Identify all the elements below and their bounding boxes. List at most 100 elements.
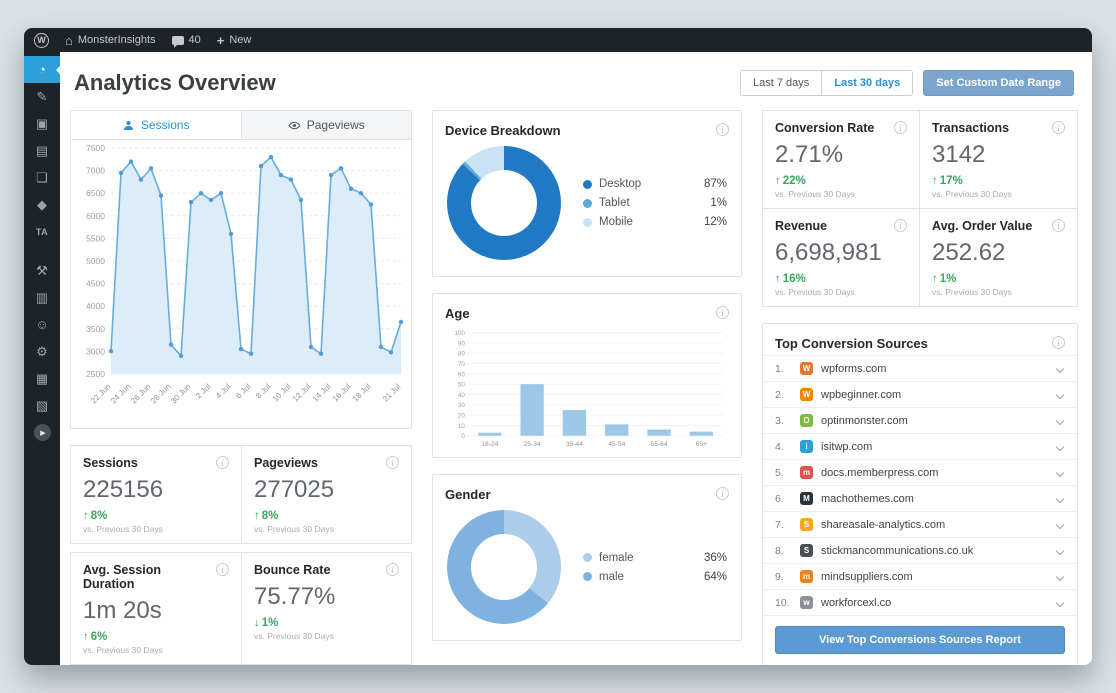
source-row-5[interactable]: 5. m docs.memberpress.com xyxy=(763,459,1077,485)
stats-row-2: Avg. Session Duration i 1m 20s ↑ 6% vs. Pr… xyxy=(70,552,412,665)
metric-compare: vs. Previous 30 Days xyxy=(932,287,1012,297)
source-domain: isitwp.com xyxy=(821,440,873,453)
stat-label: Pageviews xyxy=(254,456,318,470)
favicon-workforcexl: w xyxy=(800,596,813,609)
source-row-6[interactable]: 6. Mmachothemes.com xyxy=(763,485,1077,511)
chevron-down-icon[interactable] xyxy=(1055,598,1065,607)
info-icon[interactable]: i xyxy=(894,121,907,134)
source-row-1[interactable]: 1. Wwpforms.com xyxy=(763,355,1077,381)
set-custom-date-range-button[interactable]: Set Custom Date Range xyxy=(923,70,1074,96)
sidebar-item-settings[interactable]: ⚙ xyxy=(24,338,60,365)
legend-item-desktop: Desktop 87% xyxy=(583,178,727,190)
chevron-down-icon[interactable] xyxy=(1055,520,1065,529)
sidebar-item-ta[interactable]: TA xyxy=(24,218,60,245)
card-title: Gender xyxy=(445,487,491,502)
chevron-down-icon[interactable] xyxy=(1055,468,1065,477)
svg-text:100: 100 xyxy=(454,330,465,337)
sidebar-item-monsterinsights[interactable]: ◔ xyxy=(24,56,61,83)
info-icon[interactable]: i xyxy=(716,306,729,319)
svg-text:0: 0 xyxy=(461,433,465,440)
sidebar-item-users[interactable]: ☺ xyxy=(24,311,60,338)
chevron-down-icon[interactable] xyxy=(1055,546,1065,555)
wp-logo-menu[interactable]: W xyxy=(34,32,49,48)
stat-compare: vs. Previous 30 Days xyxy=(254,631,334,641)
sidebar-item-charts[interactable]: ▥ xyxy=(24,284,60,311)
chevron-down-icon[interactable] xyxy=(1055,572,1065,581)
sidebar-item-pages[interactable]: ▤ xyxy=(24,137,60,164)
chevron-down-icon[interactable] xyxy=(1055,494,1065,503)
metric-label: Revenue xyxy=(775,219,828,233)
svg-text:12 Jul: 12 Jul xyxy=(291,382,313,404)
svg-text:55-64: 55-64 xyxy=(651,441,668,448)
chevron-down-icon[interactable] xyxy=(1055,364,1065,373)
new-content-menu[interactable]: + New xyxy=(217,34,252,47)
source-row-2[interactable]: 2. Wwpbeginner.com xyxy=(763,381,1077,407)
left-column: Sessions Pageviews 2500 3000 3500 4000 4500 5… xyxy=(70,110,412,665)
source-row-3[interactable]: 3. Ooptinmonster.com xyxy=(763,407,1077,433)
sidebar-item-gallery[interactable]: ▧ xyxy=(24,392,60,419)
stat-card-bounce-rate: Bounce Rate i 75.77% ↓ 1% vs. Previous 30 … xyxy=(241,553,411,664)
media-icon: ▣ xyxy=(35,115,49,131)
comments-menu[interactable]: 40 xyxy=(171,34,201,48)
wordpress-logo-icon: W xyxy=(34,32,49,48)
sidebar-item-comments[interactable]: ❏ xyxy=(24,164,60,191)
analytics-overview-page: Analytics Overview Last 7 days Last 30 d… xyxy=(60,52,1092,665)
info-icon[interactable]: i xyxy=(1052,219,1065,232)
sidebar-item-tools[interactable]: ⚒ xyxy=(24,257,60,284)
info-icon[interactable]: i xyxy=(386,456,399,469)
chevron-down-icon[interactable] xyxy=(1055,442,1065,451)
user-icon: ☺ xyxy=(35,317,49,332)
source-domain: machothemes.com xyxy=(821,492,914,505)
svg-text:6000: 6000 xyxy=(86,211,105,221)
source-row-9[interactable]: 9. m mindsuppliers.com xyxy=(763,563,1077,589)
info-icon[interactable]: i xyxy=(716,487,729,500)
info-icon[interactable]: i xyxy=(716,123,729,136)
svg-text:4000: 4000 xyxy=(86,301,105,311)
favicon-memberpress: m xyxy=(800,466,813,479)
sidebar-item-grid[interactable]: ▦ xyxy=(24,365,60,392)
sidebar-item-shield[interactable]: ◆ xyxy=(24,191,60,218)
source-domain: workforcexl.co xyxy=(821,596,892,609)
device-donut-body: Desktop 87% Tablet 1% Mobile 12% xyxy=(433,142,741,276)
source-row-7[interactable]: 7. Sshareasale-analytics.com xyxy=(763,511,1077,537)
grid-icon: ▦ xyxy=(35,370,49,386)
stat-delta-value: 1% xyxy=(261,617,279,629)
source-row-8[interactable]: 8. Sstickmancommunications.co.uk xyxy=(763,537,1077,563)
site-menu[interactable]: ⌂ MonsterInsights xyxy=(65,34,156,47)
info-icon[interactable]: i xyxy=(216,563,229,576)
legend-pct: 36% xyxy=(703,551,727,564)
info-icon[interactable]: i xyxy=(386,563,399,576)
chevron-down-icon[interactable] xyxy=(1055,416,1065,425)
svg-text:28 Jun: 28 Jun xyxy=(149,382,172,405)
sidebar-item-media[interactable]: ▣ xyxy=(24,110,60,137)
info-icon[interactable]: i xyxy=(894,219,907,232)
info-icon[interactable]: i xyxy=(216,456,229,469)
stat-compare: vs. Previous 30 Days xyxy=(254,524,334,534)
comments-count: 40 xyxy=(188,34,201,46)
page-title: Analytics Overview xyxy=(74,70,276,95)
metric-card-conversion-rate: Conversion Rate i 2.71% ↑ 22% vs. Previous… xyxy=(763,111,920,209)
favicon-optinmonster: O xyxy=(800,414,813,427)
info-icon[interactable]: i xyxy=(1052,121,1065,134)
middle-column: Device Breakdown i Desktop 87% Tablet 1% M… xyxy=(432,110,742,641)
favicon-stickman: S xyxy=(800,544,813,557)
last-30-days-button[interactable]: Last 30 days xyxy=(821,71,913,95)
sidebar-item-posts[interactable]: ✎ xyxy=(24,83,60,110)
info-icon[interactable]: i xyxy=(1052,336,1065,349)
last-7-days-button[interactable]: Last 7 days xyxy=(740,71,822,95)
source-rank: 4. xyxy=(775,440,784,453)
stat-value: 1m 20s xyxy=(83,597,162,624)
source-row-4[interactable]: 4. i isitwp.com xyxy=(763,433,1077,459)
tab-pageviews[interactable]: Pageviews xyxy=(241,111,411,139)
chevron-down-icon[interactable] xyxy=(1055,390,1065,399)
legend-dot xyxy=(583,553,592,562)
view-top-conversions-report-button[interactable]: View Top Conversions Sources Report xyxy=(775,626,1065,654)
tab-sessions[interactable]: Sessions xyxy=(71,111,242,139)
metric-delta-value: 17% xyxy=(939,175,963,187)
source-rank: 10. xyxy=(775,596,790,609)
source-row-10[interactable]: 10. w workforcexl.co xyxy=(763,589,1077,615)
svg-text:45-54: 45-54 xyxy=(608,441,625,448)
device-legend: Desktop 87% Tablet 1% Mobile 12% xyxy=(583,178,727,228)
stat-label: Avg. Session Duration xyxy=(83,563,162,591)
sidebar-item-video[interactable]: ▶ xyxy=(24,419,60,446)
